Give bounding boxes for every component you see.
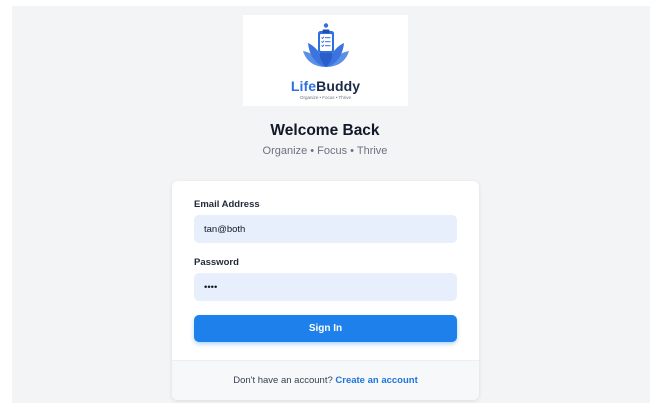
email-field[interactable] <box>194 215 457 243</box>
create-account-link[interactable]: Create an account <box>335 375 417 386</box>
logo: LifeBuddy Organize • Focus • Thrive <box>243 15 408 106</box>
page-subtitle: Organize • Focus • Thrive <box>262 145 388 157</box>
login-card: Email Address Password Sign In Don't hav… <box>172 181 479 400</box>
signup-footer: Don't have an account? Create an account <box>172 360 479 400</box>
password-field[interactable] <box>194 273 457 301</box>
lotus-clipboard-icon <box>303 23 349 67</box>
email-label: Email Address <box>194 199 260 210</box>
page-title: Welcome Back <box>270 122 380 139</box>
brand-name-part1: Life <box>290 78 317 94</box>
password-label: Password <box>194 257 239 268</box>
brand-name-part2: Buddy <box>316 78 361 94</box>
signup-prompt: Don't have an account? <box>233 375 333 386</box>
sign-in-button[interactable]: Sign In <box>194 315 457 342</box>
brand-tagline: Organize • Focus • Thrive <box>299 95 352 100</box>
brand-name: LifeBuddy <box>243 78 408 94</box>
